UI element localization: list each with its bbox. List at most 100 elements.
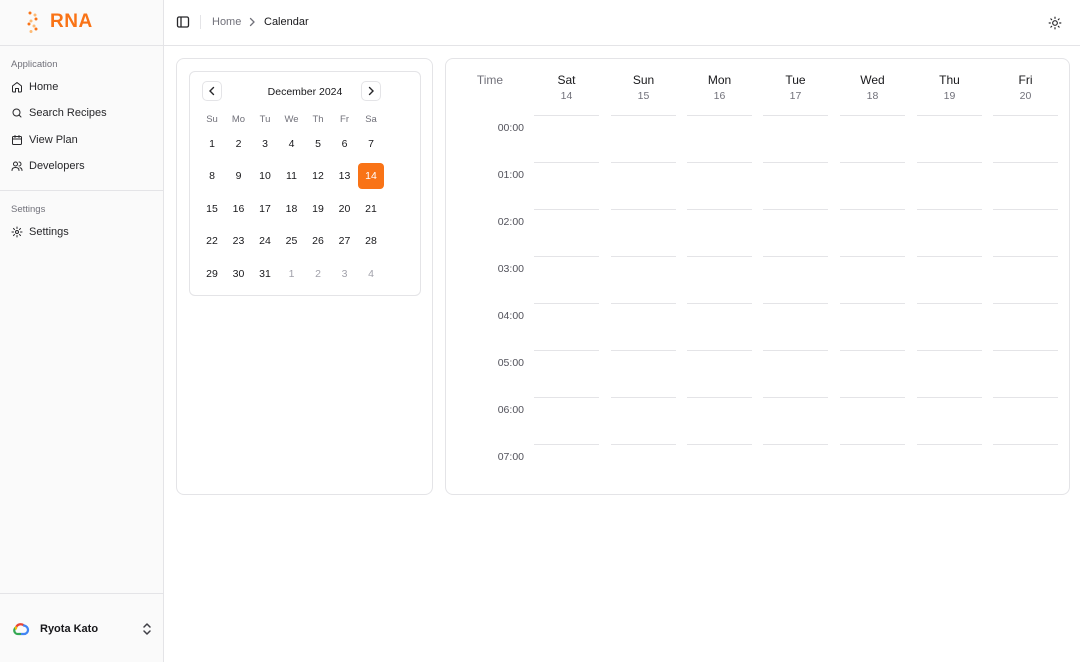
calendar-day[interactable]: 4 [279,131,305,157]
calendar-day[interactable]: 26 [305,228,331,254]
time-column-header: Time [476,73,504,87]
top-header: Home Calendar [164,0,1080,46]
calendar-day[interactable]: 31 [252,261,278,287]
day-name: Fri [1018,73,1033,87]
day-column-header: Sun 15 [611,73,676,102]
calendar-day[interactable]: 21 [358,196,384,222]
time-slot-divider [763,444,828,445]
time-slot-divider [534,162,599,163]
breadcrumb-home[interactable]: Home [212,16,241,28]
calendar-day[interactable]: 7 [358,131,384,157]
time-slot-label: 03:00 [497,263,524,275]
time-slot-divider [993,162,1058,163]
calendar-day[interactable]: 17 [252,196,278,222]
calendar-day[interactable]: 29 [199,261,225,287]
calendar-day[interactable]: 1 [199,131,225,157]
sidebar-item-label: Home [29,81,59,93]
sidebar-item-search-recipes[interactable]: Search Recipes [8,101,156,125]
day-column-header: Thu 19 [917,73,982,102]
sidebar-divider [0,593,163,594]
calendar-day[interactable]: 19 [305,196,331,222]
calendar-day[interactable]: 18 [279,196,305,222]
calendar-day[interactable]: 24 [252,228,278,254]
sidebar-item-view-plan[interactable]: View Plan [8,128,156,152]
logo[interactable]: RNA [26,10,93,34]
weekday-label: Th [312,114,324,125]
day-name: Thu [939,73,960,87]
time-slot-divider [993,115,1058,116]
calendar-day[interactable]: 27 [332,228,358,254]
sidebar-item-label: Search Recipes [29,107,107,119]
calendar-icon [12,135,22,145]
time-slot-divider [840,350,905,351]
home-icon [12,82,22,93]
calendar-day[interactable]: 9 [226,163,252,189]
sun-icon[interactable] [1048,16,1062,30]
time-slot-divider [611,209,676,210]
sidebar-toggle-icon[interactable] [176,15,190,29]
chevrons-up-down-icon [143,623,151,635]
calendar-day[interactable]: 25 [279,228,305,254]
breadcrumb-current: Calendar [264,16,309,28]
calendar-day[interactable]: 2 [305,261,331,287]
day-name: Wed [860,73,885,87]
sidebar-item-developers[interactable]: Developers [8,154,156,178]
calendar-day[interactable]: 5 [305,131,331,157]
time-slot-divider [993,397,1058,398]
weekday-label: Sa [365,114,377,125]
time-slot-divider [993,303,1058,304]
calendar-day-selected[interactable]: 14 [358,163,384,189]
calendar-day[interactable]: 20 [332,196,358,222]
next-month-button[interactable] [361,81,381,101]
users-icon [11,161,23,171]
calendar-day[interactable]: 22 [199,228,225,254]
day-date: 14 [560,90,573,102]
day-date: 16 [713,90,726,102]
weekday-label: Su [206,114,218,125]
time-slot-divider [993,350,1058,351]
sidebar-item-home[interactable]: Home [8,75,156,99]
day-name: Sun [632,73,655,87]
calendar-day[interactable]: 4 [358,261,384,287]
day-column-header: Sat 14 [534,73,599,102]
day-column-header: Fri 20 [993,73,1058,102]
calendar-day[interactable]: 13 [332,163,358,189]
calendar-day[interactable]: 16 [226,196,252,222]
calendar-day[interactable]: 12 [305,163,331,189]
calendar-day[interactable]: 10 [252,163,278,189]
date-picker-card: December 2024 Su Mo Tu We Th Fr Sa 1 2 3 4 5 6 7 8 9 10 1… [176,58,433,495]
time-slot-divider [763,209,828,210]
day-column-header: Wed 18 [840,73,905,102]
day-date: 20 [1019,90,1032,102]
calendar-day[interactable]: 11 [279,163,305,189]
calendar-day[interactable]: 3 [332,261,358,287]
calendar-day[interactable]: 23 [226,228,252,254]
calendar-day[interactable]: 1 [279,261,305,287]
calendar-day[interactable]: 3 [252,131,278,157]
calendar-day[interactable]: 6 [332,131,358,157]
calendar-day[interactable]: 8 [199,163,225,189]
time-slot-divider [993,444,1058,445]
time-slot-divider [840,397,905,398]
sidebar-item-settings[interactable]: Settings [8,220,156,244]
time-slot-divider [763,303,828,304]
user-menu[interactable]: Ryota Kato [8,614,156,644]
day-date: 19 [943,90,956,102]
time-slot-divider [840,209,905,210]
time-slot-divider [611,444,676,445]
weekday-label: Mo [231,114,246,125]
time-slot-divider [687,162,752,163]
time-slot-divider [840,162,905,163]
time-slot-divider [687,209,752,210]
time-slot-label: 07:00 [497,451,524,463]
calendar-day[interactable]: 30 [226,261,252,287]
time-slot-divider [534,350,599,351]
time-slot-divider [687,397,752,398]
calendar-day[interactable]: 28 [358,228,384,254]
calendar-day[interactable]: 15 [199,196,225,222]
day-date: 17 [789,90,802,102]
calendar-day[interactable]: 2 [226,131,252,157]
time-slot-divider [534,444,599,445]
time-slot-divider [763,115,828,116]
chevron-right-icon [249,17,255,27]
